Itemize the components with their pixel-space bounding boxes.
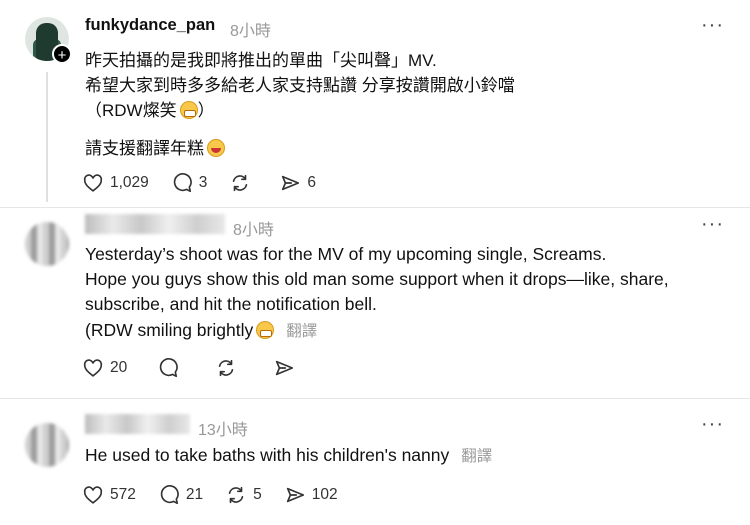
grin-emoji-icon <box>256 321 275 339</box>
share-button[interactable]: 6 <box>279 172 316 194</box>
share-icon <box>276 360 294 376</box>
more-icon[interactable]: ··· <box>701 213 724 236</box>
blurred-username <box>85 414 190 434</box>
post-text-line-3: （RDW燦笑 ） <box>85 96 215 121</box>
share-icon <box>282 175 300 191</box>
comment-icon <box>160 358 179 378</box>
repost-icon <box>219 359 234 377</box>
reply-time[interactable]: 13小時 <box>198 416 248 440</box>
repost-icon <box>228 486 244 504</box>
reply-actions: 20 <box>82 357 323 379</box>
translate-link[interactable]: 翻譯 <box>286 323 317 340</box>
comment-icon <box>173 173 192 193</box>
repost-button[interactable] <box>215 357 243 379</box>
post-actions: 1,029 3 6 <box>82 172 338 194</box>
post-text-line-3a: （RDW燦笑 <box>85 101 177 120</box>
reply-text-line-3: subscribe, and hit the notification bell… <box>85 294 377 314</box>
comment-count: 3 <box>198 174 208 191</box>
reply-actions: 572 21 5 102 <box>82 484 360 506</box>
reply-text: He used to take baths with his children'… <box>85 444 492 466</box>
reply-text-content: He used to take baths with his children'… <box>85 445 450 465</box>
divider <box>0 207 750 208</box>
repost-icon <box>233 174 248 192</box>
repost-button[interactable] <box>229 172 257 194</box>
reply-text-line-4: (RDW smiling brightly 翻譯 <box>85 319 317 341</box>
follow-plus-icon[interactable]: + <box>52 44 72 64</box>
like-button[interactable]: 20 <box>82 357 127 379</box>
thread-line <box>46 72 48 202</box>
repost-count: 5 <box>253 486 262 503</box>
divider <box>0 398 750 399</box>
laugh-emoji-icon <box>207 139 225 157</box>
heart-icon <box>83 359 103 377</box>
reply-text-line-4a: (RDW smiling brightly <box>85 320 254 340</box>
post-text-line-3b: ） <box>197 101 215 120</box>
heart-icon <box>83 174 103 192</box>
blurred-username <box>85 214 225 234</box>
grin-emoji-icon <box>179 101 198 119</box>
avatar[interactable] <box>25 222 69 266</box>
comment-button[interactable] <box>157 357 185 379</box>
comment-button[interactable]: 3 <box>171 172 208 194</box>
more-icon[interactable]: ··· <box>701 413 724 436</box>
reply-text-line-2: Hope you guys show this old man some sup… <box>85 269 669 289</box>
share-count: 6 <box>307 174 317 191</box>
comment-icon <box>160 485 179 505</box>
more-icon[interactable]: ··· <box>701 14 724 37</box>
comment-count: 21 <box>185 486 204 503</box>
translate-link[interactable]: 翻譯 <box>461 448 492 465</box>
post-text-line-1: 昨天拍攝的是我即將推出的單曲「尖叫聲」MV. <box>85 51 437 70</box>
avatar[interactable] <box>25 423 69 467</box>
post-time[interactable]: 8小時 <box>230 17 271 41</box>
post-text-line-4: 請支援翻譯年糕 <box>85 134 225 159</box>
like-count: 572 <box>110 486 136 503</box>
post-text-line-2: 希望大家到時多多給老人家支持點讚 分享按讚開啟小鈴噹 <box>85 76 515 95</box>
post-username[interactable]: funkydance_pan <box>85 16 215 35</box>
share-icon <box>286 487 304 503</box>
post-text-line-4a: 請支援翻譯年糕 <box>85 139 204 158</box>
share-button[interactable] <box>273 357 301 379</box>
like-count: 20 <box>110 359 128 376</box>
comment-button[interactable]: 21 <box>158 484 203 506</box>
share-count: 102 <box>311 486 338 503</box>
like-count: 1,029 <box>110 174 149 191</box>
like-button[interactable]: 1,029 <box>82 172 149 194</box>
heart-icon <box>83 486 103 504</box>
reply-text-line-1: Yesterday’s shoot was for the MV of my u… <box>85 244 607 264</box>
reply-time[interactable]: 8小時 <box>233 216 274 240</box>
share-button[interactable]: 102 <box>284 484 338 506</box>
repost-button[interactable]: 5 <box>225 484 262 506</box>
like-button[interactable]: 572 <box>82 484 136 506</box>
